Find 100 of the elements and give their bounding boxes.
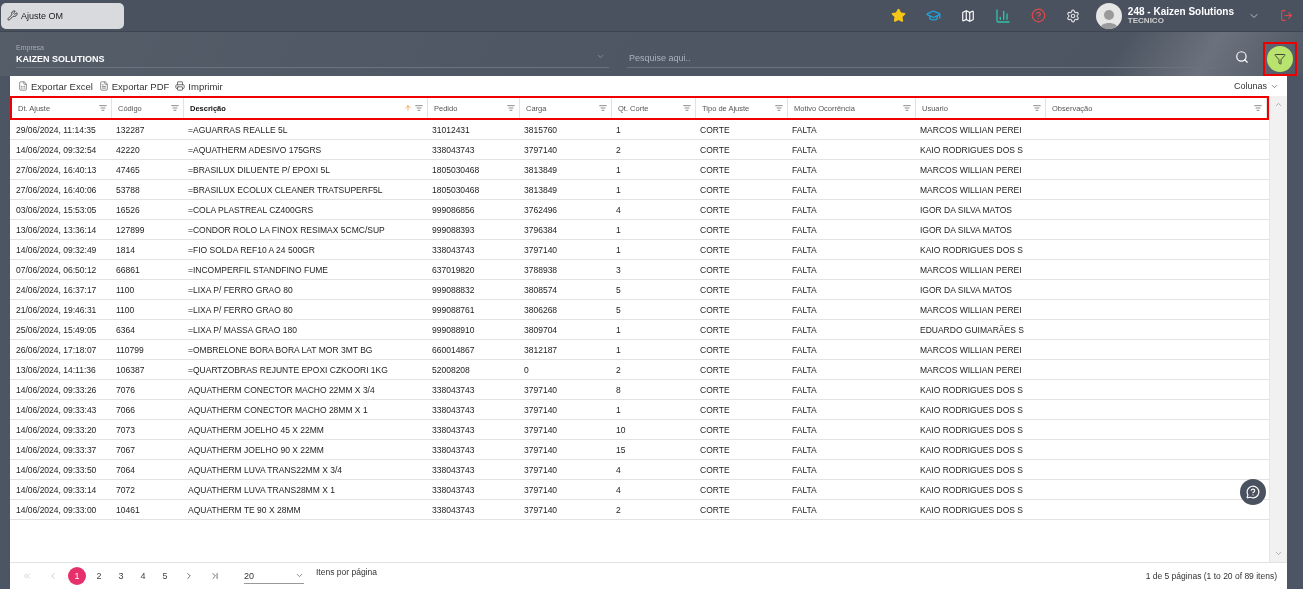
table-cell-text: AQUATHERM JOELHO 90 X 22MM bbox=[187, 443, 325, 457]
table-cell-text: 14/06/2024, 09:32:49 bbox=[15, 243, 98, 257]
filter-icon[interactable] bbox=[1254, 104, 1262, 112]
table-cell-text: 4 bbox=[615, 203, 622, 217]
user-role: TECNICO bbox=[1127, 17, 1165, 25]
help-icon[interactable] bbox=[1030, 8, 1046, 23]
toolbar-button[interactable]: Exportar Excel bbox=[18, 80, 93, 92]
table-cell-text: CORTE bbox=[699, 423, 731, 437]
table-cell-text: =QUARTZOBRAS REJUNTE EPOXI CZKOORI 1KG bbox=[187, 363, 389, 377]
table-cell-text: 16526 bbox=[115, 203, 141, 217]
table-cell-text: 338043743 bbox=[431, 383, 476, 397]
filter-icon[interactable] bbox=[507, 104, 515, 112]
table-cell-text: MARCOS WILLIAN PEREI bbox=[919, 263, 1023, 277]
table-cell-text: 1814 bbox=[115, 243, 136, 257]
table-cell-text: FALTA bbox=[791, 423, 818, 437]
table-cell-text: FALTA bbox=[791, 503, 818, 517]
sort-arrow-icon bbox=[404, 104, 412, 112]
avatar[interactable] bbox=[1095, 2, 1122, 29]
table-cell-text: 3797140 bbox=[523, 463, 559, 477]
table-cell-text: 3797140 bbox=[523, 243, 559, 257]
table-cell-text: FALTA bbox=[791, 443, 818, 457]
table-cell-text: 106387 bbox=[115, 363, 146, 377]
table-cell-text: 3797140 bbox=[523, 483, 559, 497]
star-icon[interactable] bbox=[890, 8, 906, 23]
page-button[interactable]: 1 bbox=[68, 567, 86, 585]
table-cell-text: 3797140 bbox=[523, 383, 559, 397]
table-cell-text: MARCOS WILLIAN PEREI bbox=[919, 163, 1023, 177]
columns-menu[interactable]: Colunas bbox=[1233, 81, 1279, 91]
table-cell-text: CORTE bbox=[699, 383, 731, 397]
page-button[interactable]: 4 bbox=[134, 567, 152, 585]
table-cell-text: FALTA bbox=[791, 223, 818, 237]
page-button[interactable]: 5 bbox=[156, 567, 174, 585]
table-cell-text: 10461 bbox=[115, 503, 141, 517]
table-cell-text: =LIXA P/ FERRO GRAO 80 bbox=[187, 283, 294, 297]
search-icon[interactable] bbox=[1235, 50, 1249, 64]
table-cell-text: 2 bbox=[615, 143, 622, 157]
filter-icon[interactable] bbox=[775, 104, 783, 112]
scroll-down-icon[interactable] bbox=[1274, 549, 1283, 558]
logout-icon[interactable] bbox=[1280, 9, 1293, 22]
scroll-up-icon[interactable] bbox=[1274, 100, 1283, 109]
table-cell-text: 3797140 bbox=[523, 403, 559, 417]
table-cell-text: =COLA PLASTREAL CZ400GRS bbox=[187, 203, 315, 217]
first-page-icon bbox=[22, 571, 32, 581]
table-cell-text: 338043743 bbox=[431, 423, 476, 437]
filter-icon[interactable] bbox=[99, 104, 107, 112]
filter-icon[interactable] bbox=[415, 104, 423, 112]
table-cell-text: 3815760 bbox=[523, 123, 559, 137]
table-cell-text: IGOR DA SILVA MATOS bbox=[919, 283, 1013, 297]
table-cell-text: KAIO RODRIGUES DOS S bbox=[919, 143, 1024, 157]
table-cell-text: 66861 bbox=[115, 263, 141, 277]
table-cell-text: 7072 bbox=[115, 483, 136, 497]
table-cell-text: CORTE bbox=[699, 323, 731, 337]
table-cell-text: FALTA bbox=[791, 383, 818, 397]
filter-icon[interactable] bbox=[1033, 104, 1041, 112]
table-cell-text: AQUATHERM LUVA TRANS28MM X 1 bbox=[187, 483, 336, 497]
table-cell-text: 07/06/2024, 06:50:12 bbox=[15, 263, 98, 277]
toolbar-button[interactable]: Imprimir bbox=[175, 80, 223, 92]
table-cell-text: 338043743 bbox=[431, 243, 476, 257]
table-cell-text: 1 bbox=[615, 323, 622, 337]
table-cell-text: CORTE bbox=[699, 343, 731, 357]
table-cell-text: AQUATHERM LUVA TRANS22MM X 3/4 bbox=[187, 463, 343, 477]
table-cell-text: AQUATHERM JOELHO 45 X 22MM bbox=[187, 423, 325, 437]
table-cell-text: 999088910 bbox=[431, 323, 476, 337]
filter-icon[interactable] bbox=[683, 104, 691, 112]
table-cell-text: CORTE bbox=[699, 483, 731, 497]
filter-icon[interactable] bbox=[599, 104, 607, 112]
table-cell-text: CORTE bbox=[699, 283, 731, 297]
table-cell-text: FALTA bbox=[791, 463, 818, 477]
chevron-right-icon bbox=[184, 571, 194, 581]
search-field[interactable]: Pesquise aqui.. bbox=[627, 53, 1217, 68]
chart-icon[interactable] bbox=[994, 7, 1011, 24]
table-cell-text: 14/06/2024, 09:33:00 bbox=[15, 503, 98, 517]
app-tab[interactable]: Ajuste OM bbox=[1, 2, 124, 29]
table-cell-text: CORTE bbox=[699, 443, 731, 457]
table-cell-text: IGOR DA SILVA MATOS bbox=[919, 203, 1013, 217]
settings-icon[interactable] bbox=[1065, 8, 1080, 23]
table-cell-text: 27/06/2024, 16:40:13 bbox=[15, 163, 98, 177]
table-cell-text: 6364 bbox=[115, 323, 136, 337]
table-cell-text: 42220 bbox=[115, 143, 141, 157]
table-cell-text: =LIXA P/ FERRO GRAO 80 bbox=[187, 303, 294, 317]
page-size-select[interactable]: 20 bbox=[244, 568, 304, 584]
graduation-cap-icon[interactable] bbox=[925, 8, 941, 23]
page-button[interactable]: 3 bbox=[112, 567, 130, 585]
caret-icon bbox=[596, 52, 605, 61]
table-cell-text: FALTA bbox=[791, 143, 818, 157]
table-cell-text: FALTA bbox=[791, 183, 818, 197]
filter-icon[interactable] bbox=[903, 104, 911, 112]
table-cell-text: FALTA bbox=[791, 363, 818, 377]
table-cell-text: CORTE bbox=[699, 143, 731, 157]
table-cell-text: 660014867 bbox=[431, 343, 476, 357]
toolbar-button[interactable]: Exportar PDF bbox=[98, 80, 170, 92]
filter-button[interactable] bbox=[1267, 46, 1293, 72]
map-icon[interactable] bbox=[960, 8, 975, 23]
filter-icon[interactable] bbox=[171, 104, 179, 112]
table-cell-text: 3797140 bbox=[523, 443, 559, 457]
table-cell-text: 1805030468 bbox=[431, 163, 481, 177]
table-cell-text: 3806268 bbox=[523, 303, 559, 317]
page-button[interactable]: 2 bbox=[90, 567, 108, 585]
table-cell-text: 7066 bbox=[115, 403, 136, 417]
table-cell-text: FALTA bbox=[791, 403, 818, 417]
